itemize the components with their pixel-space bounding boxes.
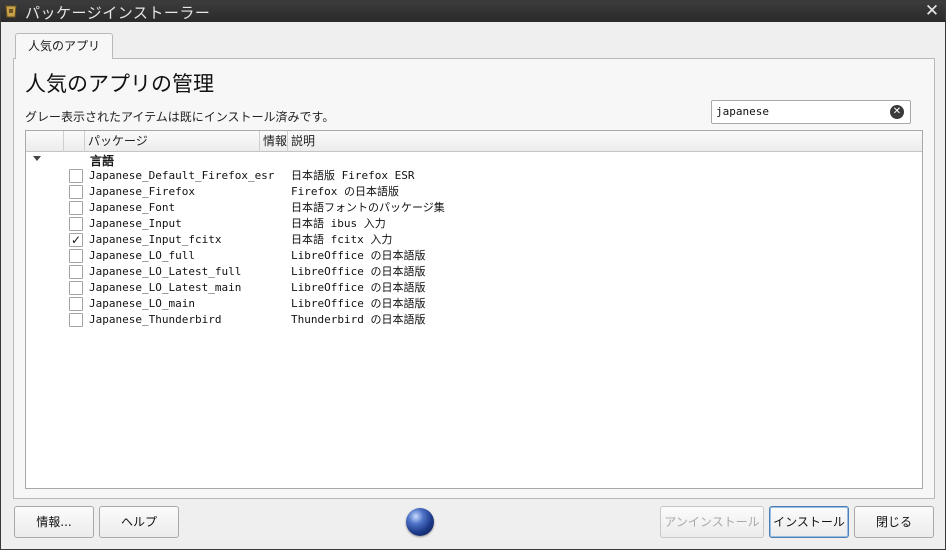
package-checkbox[interactable]	[69, 185, 83, 199]
help-button[interactable]: ヘルプ	[99, 506, 179, 538]
tab-popular-apps[interactable]: 人気のアプリ	[15, 33, 114, 59]
package-checkbox[interactable]	[69, 297, 83, 311]
table-row[interactable]: Japanese_Input 日本語 ibus 入力	[26, 216, 922, 232]
app-icon	[5, 5, 17, 18]
close-window-icon[interactable]: ✕	[923, 2, 941, 20]
package-checkbox[interactable]	[69, 281, 83, 295]
info-column-header[interactable]: 情報	[260, 131, 288, 152]
package-name: Japanese_LO_main	[89, 297, 195, 310]
package-name: Japanese_Default_Firefox_esr	[89, 169, 275, 182]
close-button[interactable]: 閉じる	[854, 506, 934, 538]
table-row[interactable]: Japanese_LO_full LibreOffice の日本語版	[26, 248, 922, 264]
package-description: 日本語フォントのパッケージ集	[291, 201, 445, 214]
expander-down-icon[interactable]	[33, 156, 41, 161]
package-description: LibreOffice の日本語版	[291, 297, 426, 310]
table-row[interactable]: Japanese_LO_main LibreOffice の日本語版	[26, 296, 922, 312]
package-description: Firefox の日本語版	[291, 185, 399, 198]
install-button[interactable]: インストール	[769, 506, 849, 538]
table-row[interactable]: Japanese_Font 日本語フォントのパッケージ集	[26, 200, 922, 216]
package-description: Thunderbird の日本語版	[291, 313, 426, 326]
expander-column-header[interactable]	[26, 131, 64, 152]
group-label: 言語	[90, 154, 115, 168]
table-row[interactable]: Japanese_LO_Latest_full LibreOffice の日本語…	[26, 264, 922, 280]
group-row-language[interactable]: 言語	[26, 153, 922, 169]
globe-icon	[406, 508, 434, 536]
package-checkbox[interactable]	[69, 201, 83, 215]
package-column-header[interactable]: パッケージ	[85, 131, 260, 152]
info-button[interactable]: 情報...	[14, 506, 94, 538]
window-title: パッケージインストーラー	[25, 4, 211, 22]
package-checkbox[interactable]	[69, 217, 83, 231]
package-description: LibreOffice の日本語版	[291, 281, 426, 294]
package-description: 日本語版 Firefox ESR	[291, 169, 415, 182]
package-description: LibreOffice の日本語版	[291, 265, 426, 278]
search-input[interactable]: japanese ✕	[711, 100, 911, 124]
table-row[interactable]: Japanese_Firefox Firefox の日本語版	[26, 184, 922, 200]
package-tree[interactable]: パッケージ 情報 説明 言語 Japanese_Default_Firefox_…	[25, 130, 923, 489]
package-name: Japanese_LO_Latest_main	[89, 281, 242, 294]
package-name: Japanese_LO_full	[89, 249, 195, 262]
package-installer-window: パッケージインストーラー ✕ 人気のアプリ 人気のアプリの管理 グレー表示された…	[0, 0, 946, 550]
search-value[interactable]: japanese	[716, 105, 769, 118]
package-checkbox[interactable]	[69, 313, 83, 327]
description-column-header[interactable]: 説明	[288, 131, 922, 152]
package-name: Japanese_Input	[89, 217, 182, 230]
package-description: 日本語 ibus 入力	[291, 217, 386, 230]
table-row[interactable]: Japanese_LO_Latest_main LibreOffice の日本語…	[26, 280, 922, 296]
package-name: Japanese_LO_Latest_full	[89, 265, 242, 278]
table-row[interactable]: Japanese_Default_Firefox_esr 日本語版 Firefo…	[26, 168, 922, 184]
table-row[interactable]: ✓ Japanese_Input_fcitx 日本語 fcitx 入力	[26, 232, 922, 248]
package-checkbox[interactable]: ✓	[69, 233, 83, 247]
package-description: 日本語 fcitx 入力	[291, 233, 393, 246]
checkbox-column-header[interactable]	[64, 131, 85, 152]
package-checkbox[interactable]	[69, 265, 83, 279]
package-checkbox[interactable]	[69, 169, 83, 183]
package-name: Japanese_Input_fcitx	[89, 233, 222, 246]
package-name: Japanese_Font	[89, 201, 176, 214]
package-name: Japanese_Firefox	[89, 185, 195, 198]
uninstall-button[interactable]: アンインストール	[660, 506, 764, 538]
clear-search-icon[interactable]: ✕	[890, 105, 904, 119]
page-title: 人気のアプリの管理	[25, 72, 214, 96]
table-row[interactable]: Japanese_Thunderbird Thunderbird の日本語版	[26, 312, 922, 328]
tree-header: パッケージ 情報 説明	[26, 131, 922, 152]
installed-hint: グレー表示されたアイテムは既にインストール済みです。	[25, 110, 335, 124]
package-checkbox[interactable]	[69, 249, 83, 263]
package-description: LibreOffice の日本語版	[291, 249, 426, 262]
package-name: Japanese_Thunderbird	[89, 313, 222, 326]
title-bar[interactable]: パッケージインストーラー ✕	[1, 1, 945, 22]
